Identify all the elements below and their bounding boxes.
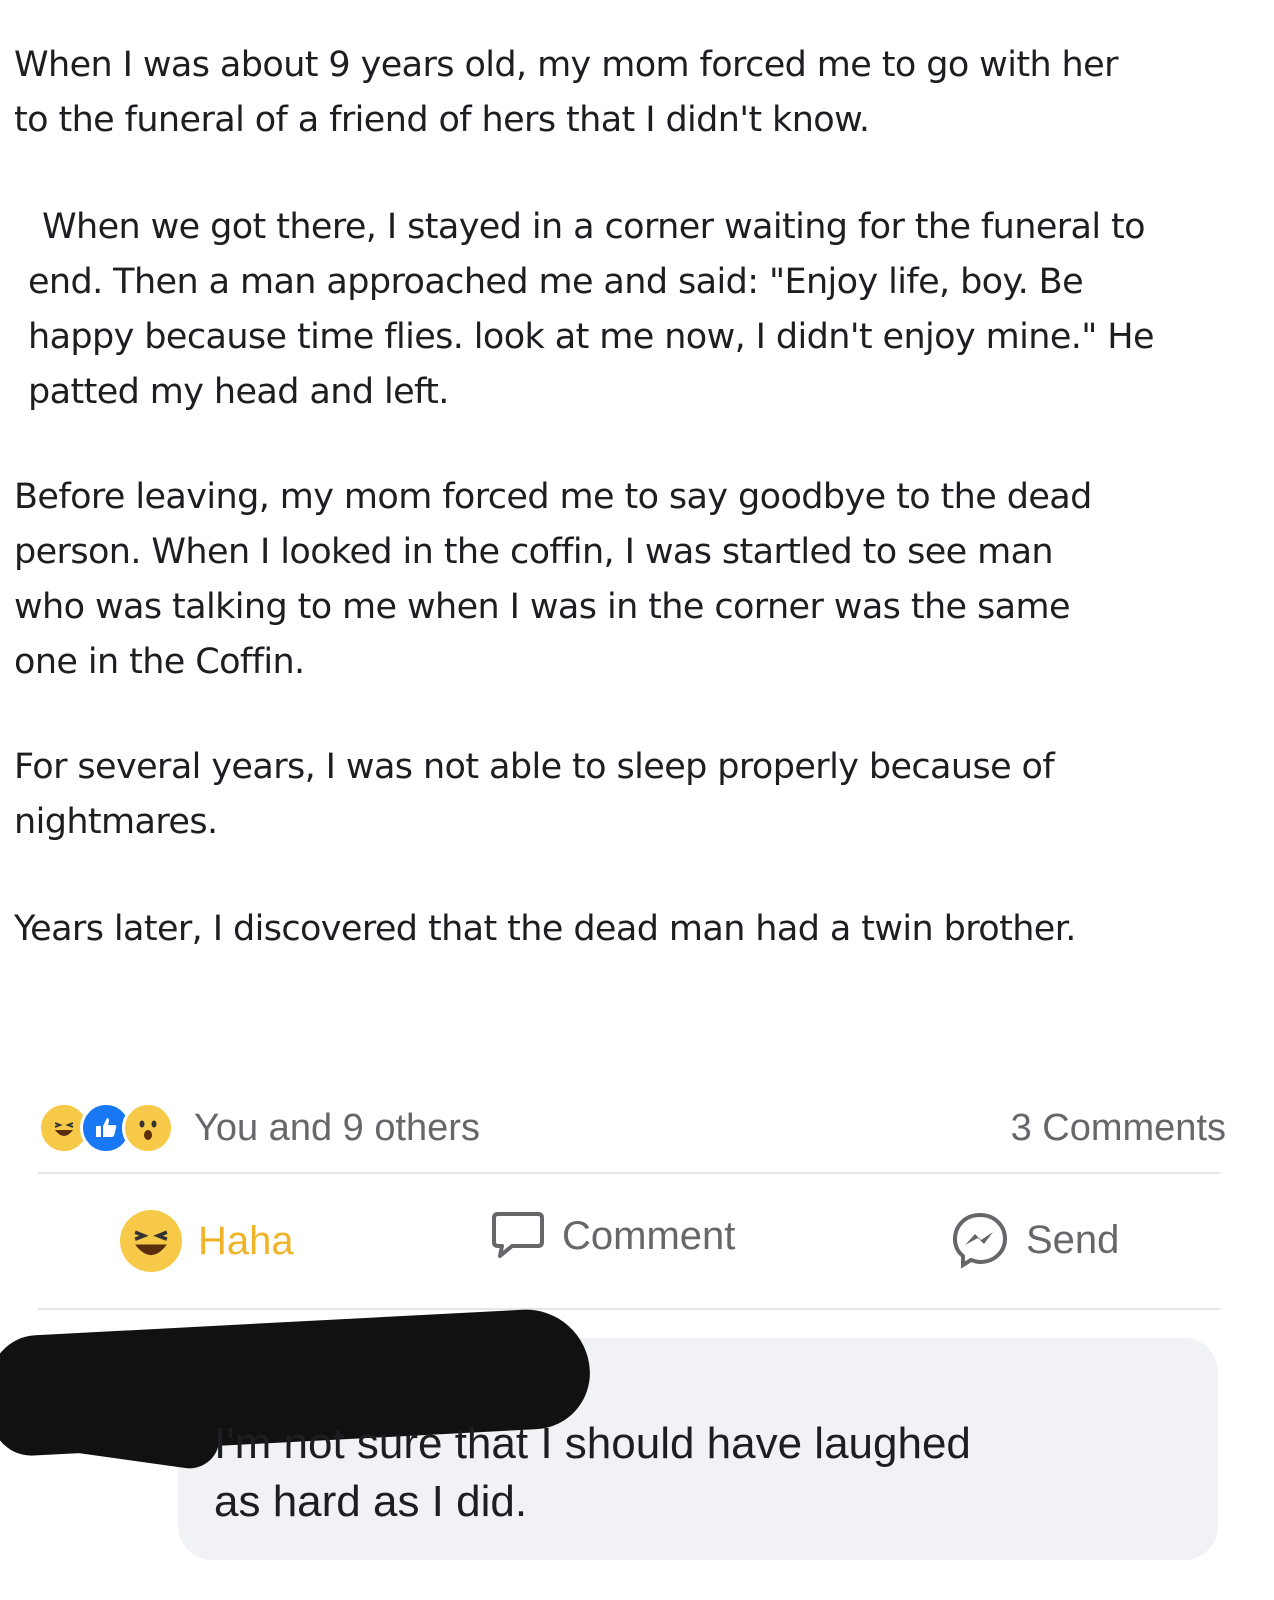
post-line: happy because time flies. look at me now… — [28, 317, 1155, 357]
action-row: Haha Comment Send — [38, 1210, 1220, 1274]
post-line: nightmares. — [14, 802, 218, 842]
paragraph-1: When I was about 9 years old, my mom for… — [14, 38, 1118, 148]
post-line: person. When I looked in the coffin, I w… — [14, 532, 1054, 572]
post-line: When we got there, I stayed in a corner … — [42, 207, 1146, 247]
divider — [38, 1308, 1220, 1310]
messenger-icon — [950, 1210, 1010, 1270]
post-line: When I was about 9 years old, my mom for… — [14, 45, 1118, 85]
post-line: end. Then a man approached me and said: … — [28, 262, 1084, 302]
post-line: Before leaving, my mom forced me to say … — [14, 477, 1092, 517]
paragraph-2: When we got there, I stayed in a corner … — [28, 200, 1155, 420]
comment-label: Comment — [562, 1213, 736, 1258]
comment-text: I'm not sure that I should have laughed … — [214, 1415, 1194, 1531]
comments-count-link[interactable]: 3 Comments — [1011, 1107, 1238, 1150]
post-line: Years later, I discovered that the dead … — [14, 909, 1076, 949]
haha-label: Haha — [198, 1218, 294, 1263]
comment-button[interactable]: Comment — [490, 1210, 735, 1262]
divider — [38, 1172, 1220, 1174]
comment-bubble-icon — [490, 1210, 546, 1262]
wow-icon — [122, 1102, 174, 1154]
post-line: For several years, I was not able to sle… — [14, 747, 1055, 787]
post-line: one in the Coffin. — [14, 642, 305, 682]
send-label: Send — [1026, 1217, 1120, 1262]
paragraph-4: For several years, I was not able to sle… — [14, 740, 1055, 850]
paragraph-3: Before leaving, my mom forced me to say … — [14, 470, 1092, 690]
comment-line: I'm not sure that I should have laughed — [214, 1419, 971, 1468]
post-line: to the funeral of a friend of hers that … — [14, 100, 870, 140]
post-line: who was talking to me when I was in the … — [14, 587, 1071, 627]
reactions-bar: You and 9 others 3 Comments — [38, 1096, 1238, 1160]
haha-button[interactable]: Haha — [120, 1210, 294, 1272]
haha-icon — [120, 1210, 182, 1272]
reaction-summary[interactable]: You and 9 others — [38, 1102, 480, 1154]
paragraph-5: Years later, I discovered that the dead … — [14, 902, 1076, 957]
post-line: patted my head and left. — [28, 372, 449, 412]
send-button[interactable]: Send — [950, 1210, 1119, 1270]
comment-line: as hard as I did. — [214, 1477, 528, 1526]
reaction-count-text: You and 9 others — [194, 1106, 480, 1149]
